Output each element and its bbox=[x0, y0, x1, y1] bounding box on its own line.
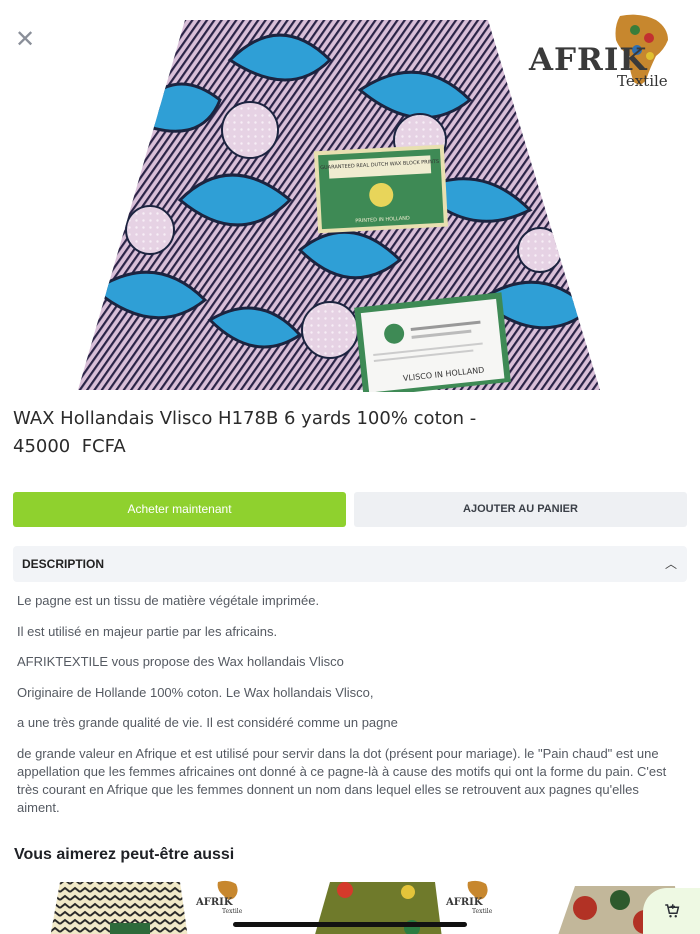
brand-logo: AFRIK Textile bbox=[525, 12, 685, 90]
related-product-image: AFRIK Textile bbox=[50, 880, 243, 934]
buy-now-button[interactable]: Acheter maintenant bbox=[13, 492, 346, 527]
chevron-up-icon[interactable]: ︿ bbox=[665, 546, 677, 582]
svg-text:AFRIK: AFRIK bbox=[445, 897, 483, 908]
related-products-title: Vous aimerez peut-être aussi bbox=[14, 846, 235, 863]
cart-add-icon[interactable] bbox=[643, 888, 700, 934]
product-price: 45000 FCFA bbox=[13, 436, 126, 457]
description-paragraph: a une très grande qualité de vie. Il est… bbox=[17, 715, 398, 730]
description-paragraph: de grande valeur en Afrique et est utili… bbox=[17, 745, 667, 815]
related-product-card[interactable]: AFRIK Textile bbox=[50, 878, 245, 934]
description-paragraph: Le pagne est un tissu de matière végétal… bbox=[17, 593, 320, 608]
svg-text:AFRIK: AFRIK bbox=[195, 897, 233, 908]
description-header: DESCRIPTION bbox=[22, 557, 105, 571]
description-paragraph: Originaire de Hollande 100% coton. Le Wa… bbox=[17, 684, 374, 700]
description-accordion[interactable]: DESCRIPTION ︿ bbox=[13, 546, 687, 582]
description-body: Le pagne est un tissu de matière végétal… bbox=[17, 592, 677, 829]
logo-subtext: Textile bbox=[617, 72, 668, 90]
svg-text:Textile: Textile bbox=[222, 908, 243, 915]
cart-icon bbox=[664, 904, 679, 918]
home-indicator bbox=[233, 922, 467, 927]
description-paragraph: AFRIKTEXTILE vous propose des Wax hollan… bbox=[17, 654, 344, 669]
close-icon[interactable]: ✕ bbox=[14, 27, 36, 51]
svg-text:Textile: Textile bbox=[472, 908, 493, 915]
product-title: WAX Hollandais Vlisco H178B 6 yards 100%… bbox=[13, 408, 477, 429]
add-to-cart-button[interactable]: AJOUTER AU PANIER bbox=[354, 492, 687, 527]
description-paragraph: Il est utilisé en majeur partie par les … bbox=[17, 623, 278, 639]
